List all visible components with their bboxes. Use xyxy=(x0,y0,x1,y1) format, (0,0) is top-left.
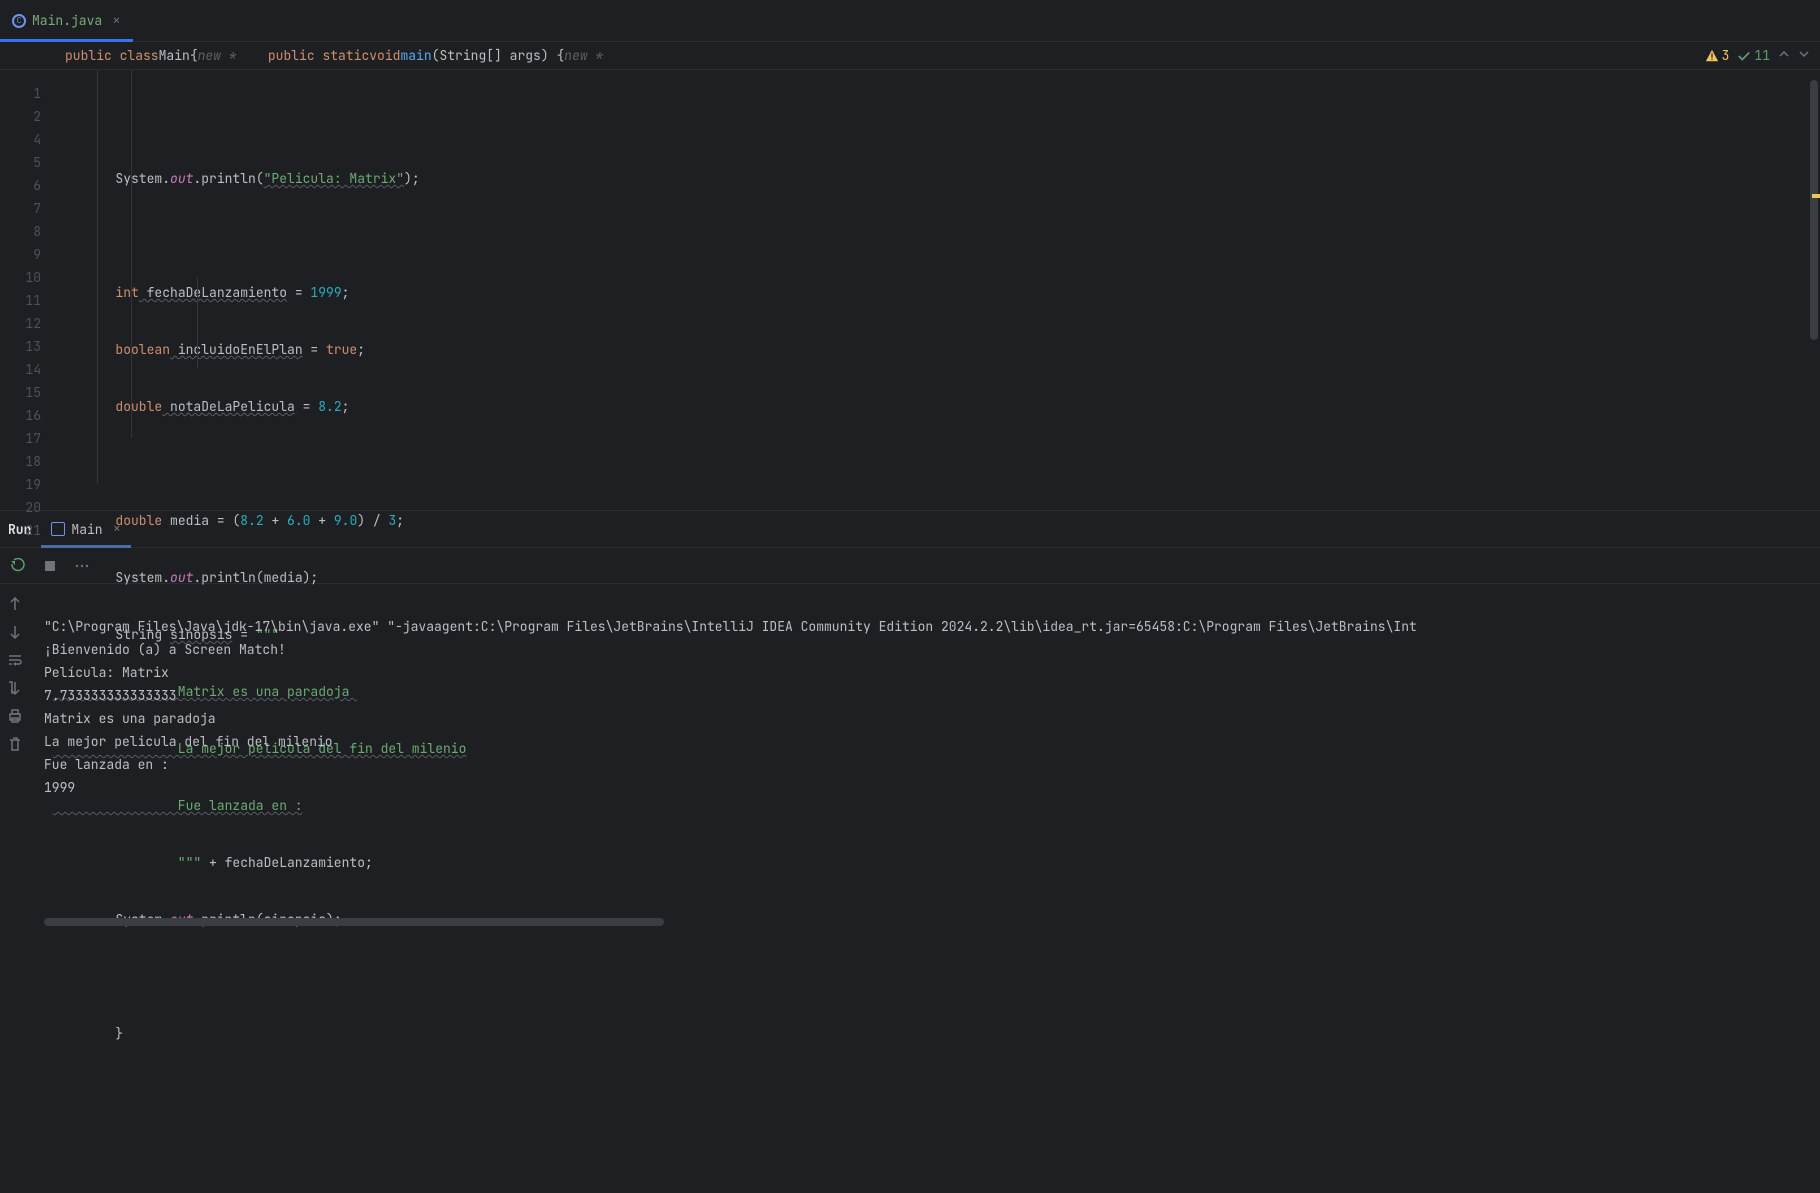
console-line: Fue lanzada en : xyxy=(44,756,169,773)
rerun-icon[interactable] xyxy=(10,558,26,574)
line-number[interactable]: 2 xyxy=(0,105,41,128)
line-number[interactable]: 21 xyxy=(0,519,41,542)
breadcrumb-class-hint: new * xyxy=(198,47,237,64)
line-number[interactable]: 16 xyxy=(0,404,41,427)
line-number[interactable]: 1 xyxy=(0,82,41,105)
console-line: 1999 xyxy=(44,779,75,796)
code-line: double media = (8.2 + 6.0 + 9.0) / 3; xyxy=(53,509,1820,532)
horizontal-scrollbar[interactable] xyxy=(44,918,664,926)
run-body: "C:\Program Files\Java\jdk-17\bin\java.e… xyxy=(0,584,1820,930)
tab-filename: Main.java xyxy=(32,12,102,29)
checks-badge[interactable]: 11 xyxy=(1737,47,1770,64)
editor-tab-bar: C Main.java × xyxy=(0,0,1820,42)
print-icon[interactable] xyxy=(7,708,23,724)
scroll-to-end-icon[interactable] xyxy=(7,680,23,696)
chevron-up-icon[interactable] xyxy=(1778,47,1790,64)
indent-guide xyxy=(197,277,198,369)
java-class-icon: C xyxy=(12,14,26,28)
warning-marker[interactable] xyxy=(1812,194,1820,198)
warning-icon xyxy=(1705,49,1719,63)
line-number[interactable]: 10 xyxy=(0,266,41,289)
code-line: int fechaDeLanzamiento = 1999; xyxy=(53,281,1820,304)
console-line: "C:\Program Files\Java\jdk-17\bin\java.e… xyxy=(44,618,1417,635)
console-line: La mejor pelicula del fin del milenio xyxy=(44,733,333,750)
line-number[interactable]: 19 xyxy=(0,473,41,496)
console-line: Película: Matrix xyxy=(44,664,169,681)
down-arrow-icon[interactable] xyxy=(7,624,23,640)
console-line: Matrix es una paradoja xyxy=(44,710,216,727)
chevron-down-icon[interactable] xyxy=(1798,47,1810,64)
run-tab-name: Main xyxy=(71,521,102,538)
code-line: boolean incluidoEnElPlan = true; xyxy=(53,338,1820,361)
line-number[interactable]: 18 xyxy=(0,450,41,473)
line-number[interactable]: 5 xyxy=(0,151,41,174)
code-line xyxy=(53,1079,1820,1102)
line-number[interactable]: 7 xyxy=(0,197,41,220)
breadcrumb: public class Main { new * public static … xyxy=(0,42,1820,70)
run-tab-main[interactable]: Main × xyxy=(41,511,131,548)
breadcrumb-class-brace: { xyxy=(190,47,198,64)
warnings-badge[interactable]: 3 xyxy=(1705,47,1730,64)
soft-wrap-icon[interactable] xyxy=(7,652,23,668)
indent-guide xyxy=(97,70,98,484)
scrollbar-handle[interactable] xyxy=(1810,80,1818,340)
close-icon[interactable]: × xyxy=(113,520,121,538)
code-line: double notaDeLaPelicula = 8.2; xyxy=(53,395,1820,418)
code-content[interactable]: System.out.println("Pelicula: Matrix"); … xyxy=(53,70,1820,510)
breadcrumb-spacer xyxy=(237,47,268,64)
console-line: 7.733333333333333 xyxy=(44,687,177,704)
code-line xyxy=(53,224,1820,247)
console-line: ¡Bienvenido (a) a Screen Match! xyxy=(44,641,286,658)
check-icon xyxy=(1737,49,1751,63)
line-number[interactable]: 20 xyxy=(0,496,41,519)
console-output[interactable]: "C:\Program Files\Java\jdk-17\bin\java.e… xyxy=(30,584,1820,930)
checks-count: 11 xyxy=(1754,47,1770,64)
line-number[interactable]: 13 xyxy=(0,335,41,358)
editor[interactable]: 1 2 4 5 6 7 8 9 10 11 12 13 14 15 16 17 … xyxy=(0,70,1820,510)
line-gutter: 1 2 4 5 6 7 8 9 10 11 12 13 14 15 16 17 … xyxy=(0,70,53,510)
line-number[interactable]: 12 xyxy=(0,312,41,335)
code-line: System.out.println("Pelicula: Matrix"); xyxy=(53,167,1820,190)
file-tab-main-java[interactable]: C Main.java × xyxy=(0,0,133,42)
code-line xyxy=(53,965,1820,988)
code-line: } xyxy=(53,1022,1820,1045)
up-arrow-icon[interactable] xyxy=(7,596,23,612)
code-line xyxy=(53,1136,1820,1159)
line-number[interactable]: 17 xyxy=(0,427,41,450)
line-number[interactable]: 4 xyxy=(0,128,41,151)
line-number[interactable]: 15 xyxy=(0,381,41,404)
trash-icon[interactable] xyxy=(7,736,23,752)
breadcrumb-method-kw2: void xyxy=(369,47,400,64)
run-config-icon xyxy=(51,522,65,536)
breadcrumb-method-kw1: public static xyxy=(268,47,369,64)
line-number[interactable]: 14 xyxy=(0,358,41,381)
line-number[interactable]: 8 xyxy=(0,220,41,243)
line-number[interactable]: 9 xyxy=(0,243,41,266)
line-number[interactable]: 6 xyxy=(0,174,41,197)
breadcrumb-method-params: (String[] args) { xyxy=(432,47,565,64)
indent-guide xyxy=(131,70,132,438)
line-number[interactable]: 11 xyxy=(0,289,41,312)
close-icon[interactable]: × xyxy=(112,12,120,30)
breadcrumb-method-name[interactable]: main xyxy=(400,47,431,64)
breadcrumb-class-kw: public class xyxy=(65,47,159,64)
run-side-toolbar xyxy=(0,584,30,930)
warnings-count: 3 xyxy=(1722,47,1730,64)
editor-scrollbar[interactable] xyxy=(1808,70,1820,510)
breadcrumb-method-hint: new * xyxy=(564,47,603,64)
breadcrumb-class-name[interactable]: Main xyxy=(159,47,190,64)
code-line xyxy=(53,452,1820,475)
